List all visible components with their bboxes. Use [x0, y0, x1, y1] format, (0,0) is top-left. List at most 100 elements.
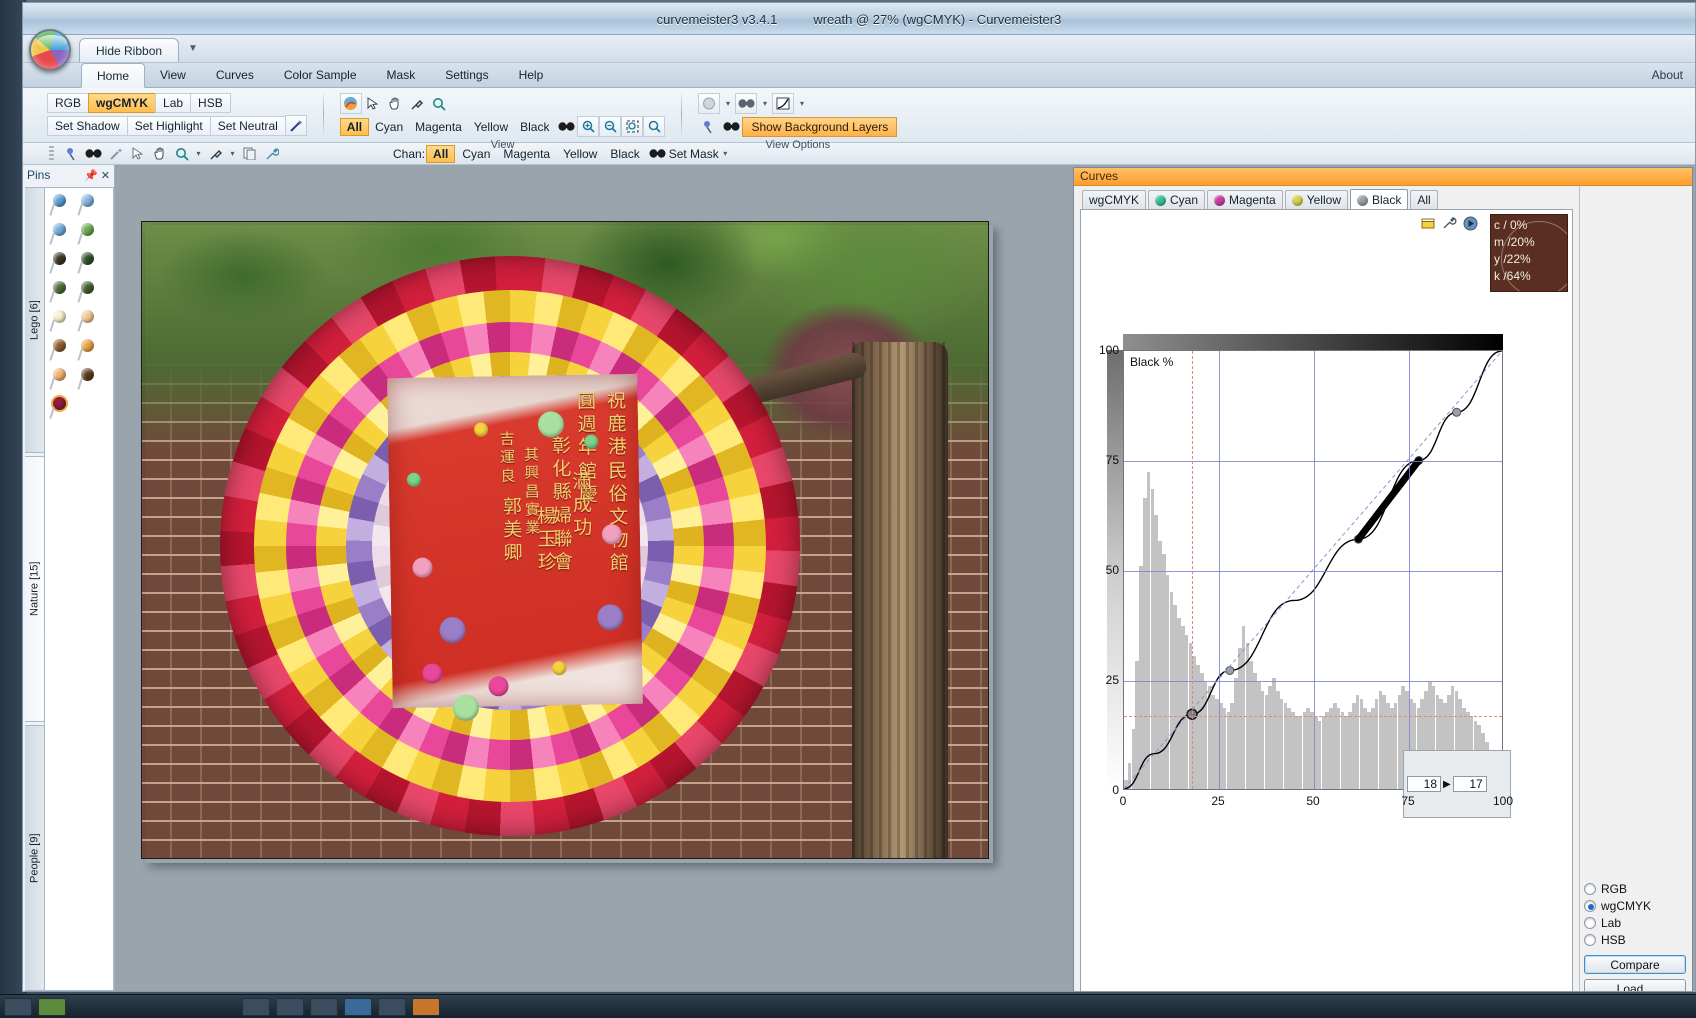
play-icon[interactable] — [1463, 216, 1478, 234]
pin-swatch[interactable] — [75, 366, 101, 393]
tab-help[interactable]: Help — [504, 62, 559, 87]
colorwheel-icon[interactable] — [339, 93, 362, 114]
taskbar-item[interactable] — [378, 997, 406, 1016]
pin-swatch[interactable] — [75, 337, 101, 364]
arrow-select-icon[interactable] — [362, 93, 384, 114]
close-icon[interactable]: ✕ — [101, 169, 110, 182]
pushpin-icon[interactable]: 📌 — [84, 169, 98, 182]
pin-swatch[interactable] — [47, 192, 73, 219]
set-highlight-button[interactable]: Set Highlight — [126, 115, 211, 136]
radio-lab[interactable]: Lab — [1584, 916, 1686, 930]
pin-swatch[interactable] — [75, 250, 101, 277]
chevron-down-icon[interactable]: ▾ — [759, 99, 770, 108]
wrench-icon[interactable] — [261, 144, 282, 163]
chevron-down-icon[interactable]: ▾ — [193, 149, 204, 158]
curve-tab-cyan[interactable]: Cyan — [1148, 190, 1206, 209]
pin-swatch[interactable] — [75, 221, 101, 248]
chevron-down-icon[interactable]: ▾ — [227, 149, 238, 158]
pins-tab-nature[interactable]: Nature [15] — [25, 456, 45, 722]
pin-swatch[interactable] — [47, 366, 73, 393]
pins-tab-lego[interactable]: Lego [6] — [25, 187, 45, 453]
pin-swatch[interactable] — [47, 337, 73, 364]
magic-wand-icon[interactable] — [105, 144, 126, 163]
curve-control-point[interactable] — [1452, 407, 1462, 417]
pin-swatch[interactable] — [47, 250, 73, 277]
taskbar-item[interactable] — [38, 997, 66, 1016]
note-icon[interactable] — [1421, 217, 1436, 233]
radio-rgb[interactable]: RGB — [1584, 882, 1686, 896]
pin-swatch[interactable] — [47, 279, 73, 306]
tab-home[interactable]: Home — [81, 63, 146, 88]
taskbar-item[interactable] — [242, 997, 270, 1016]
copy-icon[interactable] — [239, 144, 260, 163]
view-channel-yellow[interactable]: Yellow — [468, 119, 514, 135]
colorspace-hsb-button[interactable]: HSB — [190, 93, 231, 113]
mask-icon[interactable] — [83, 144, 104, 163]
hand-icon[interactable] — [384, 93, 406, 114]
tab-color-sample[interactable]: Color Sample — [269, 62, 372, 87]
wrench-icon[interactable] — [1442, 217, 1457, 233]
chevron-down-icon[interactable]: ▾ — [796, 99, 807, 108]
compare-button[interactable]: Compare — [1584, 955, 1686, 974]
magic-wand-icon[interactable] — [284, 115, 307, 136]
tab-mask[interactable]: Mask — [372, 62, 431, 87]
view-channel-black[interactable]: Black — [514, 119, 555, 135]
eyedropper-icon[interactable] — [406, 93, 428, 114]
pins-tab-people[interactable]: People [9] — [25, 725, 45, 991]
load-button[interactable]: Load... — [1584, 979, 1686, 991]
document-image[interactable]: 祝鹿港民俗文物館 圓週年館慶 彰化縣婦聯會 其興昌實業 吉運良 郭美卿 楊玉珍 … — [141, 221, 989, 859]
arrow-select-icon[interactable] — [127, 144, 148, 163]
tab-settings[interactable]: Settings — [430, 62, 503, 87]
mask-icon[interactable] — [720, 116, 742, 137]
pin-swatch[interactable] — [47, 221, 73, 248]
curve-tab-wgcmyk[interactable]: wgCMYK — [1082, 190, 1147, 209]
mask-icon[interactable] — [735, 93, 758, 114]
curve-tab-magenta[interactable]: Magenta — [1207, 190, 1283, 209]
colorspace-rgb-button[interactable]: RGB — [47, 93, 90, 113]
pin-swatch[interactable] — [47, 395, 73, 422]
set-shadow-button[interactable]: Set Shadow — [47, 115, 128, 136]
zoom-actual-icon[interactable] — [643, 116, 666, 137]
curve-input-value[interactable]: 18 — [1407, 776, 1441, 792]
set-neutral-button[interactable]: Set Neutral — [209, 115, 286, 136]
curve-plot-area[interactable]: Black % — [1123, 350, 1503, 790]
curve-tab-yellow[interactable]: Yellow — [1284, 190, 1348, 209]
curve-tab-all[interactable]: All — [1410, 190, 1438, 209]
zoom-in-icon[interactable] — [577, 116, 600, 137]
curve-tab-black[interactable]: Black — [1349, 189, 1409, 210]
pin-swatch[interactable] — [75, 308, 101, 335]
curve-control-point[interactable] — [1225, 666, 1235, 675]
pin-swatch[interactable] — [47, 308, 73, 335]
taskbar-item[interactable] — [4, 997, 32, 1016]
eyedropper-icon[interactable] — [205, 144, 226, 163]
taskbar-item[interactable] — [344, 997, 372, 1016]
taskbar-item[interactable] — [412, 997, 440, 1016]
show-background-layers-button[interactable]: Show Background Layers — [742, 116, 898, 137]
chevron-down-icon[interactable]: ▾ — [722, 99, 733, 108]
hand-icon[interactable] — [149, 144, 170, 163]
pin-swatch[interactable] — [75, 192, 101, 219]
curve-graph[interactable]: Black % 18 ▶ 17 0 25 50 75 100 0 25 50 75 100 — [1093, 334, 1513, 820]
taskbar-item[interactable] — [276, 997, 304, 1016]
layer-thumb-icon[interactable] — [698, 93, 721, 114]
magnifier-icon[interactable] — [171, 144, 192, 163]
view-channel-cyan[interactable]: Cyan — [369, 119, 409, 135]
pin-swatch[interactable] — [75, 279, 101, 306]
colorspace-lab-button[interactable]: Lab — [155, 93, 192, 113]
colorspace-wgcmyk-button[interactable]: wgCMYK — [88, 93, 157, 113]
view-channel-magenta[interactable]: Magenta — [409, 119, 468, 135]
app-logo-orb-icon[interactable] — [29, 29, 71, 71]
zoom-fit-icon[interactable] — [621, 116, 644, 137]
magnifier-icon[interactable] — [428, 93, 450, 114]
taskbar-item[interactable] — [310, 997, 338, 1016]
toolbar-drag-handle[interactable] — [49, 145, 54, 162]
pin-icon[interactable] — [698, 116, 720, 137]
curve-icon[interactable] — [772, 93, 795, 114]
tab-curves[interactable]: Curves — [201, 62, 269, 87]
tab-view[interactable]: View — [145, 62, 201, 87]
radio-wgcmyk[interactable]: wgCMYK — [1584, 899, 1686, 913]
radio-hsb[interactable]: HSB — [1584, 933, 1686, 947]
zoom-out-icon[interactable] — [599, 116, 622, 137]
pin-icon[interactable] — [61, 144, 82, 163]
curve-stage[interactable]: c / 0% m /20% y /22% k /64% Black % 18 ▶… — [1080, 209, 1573, 991]
